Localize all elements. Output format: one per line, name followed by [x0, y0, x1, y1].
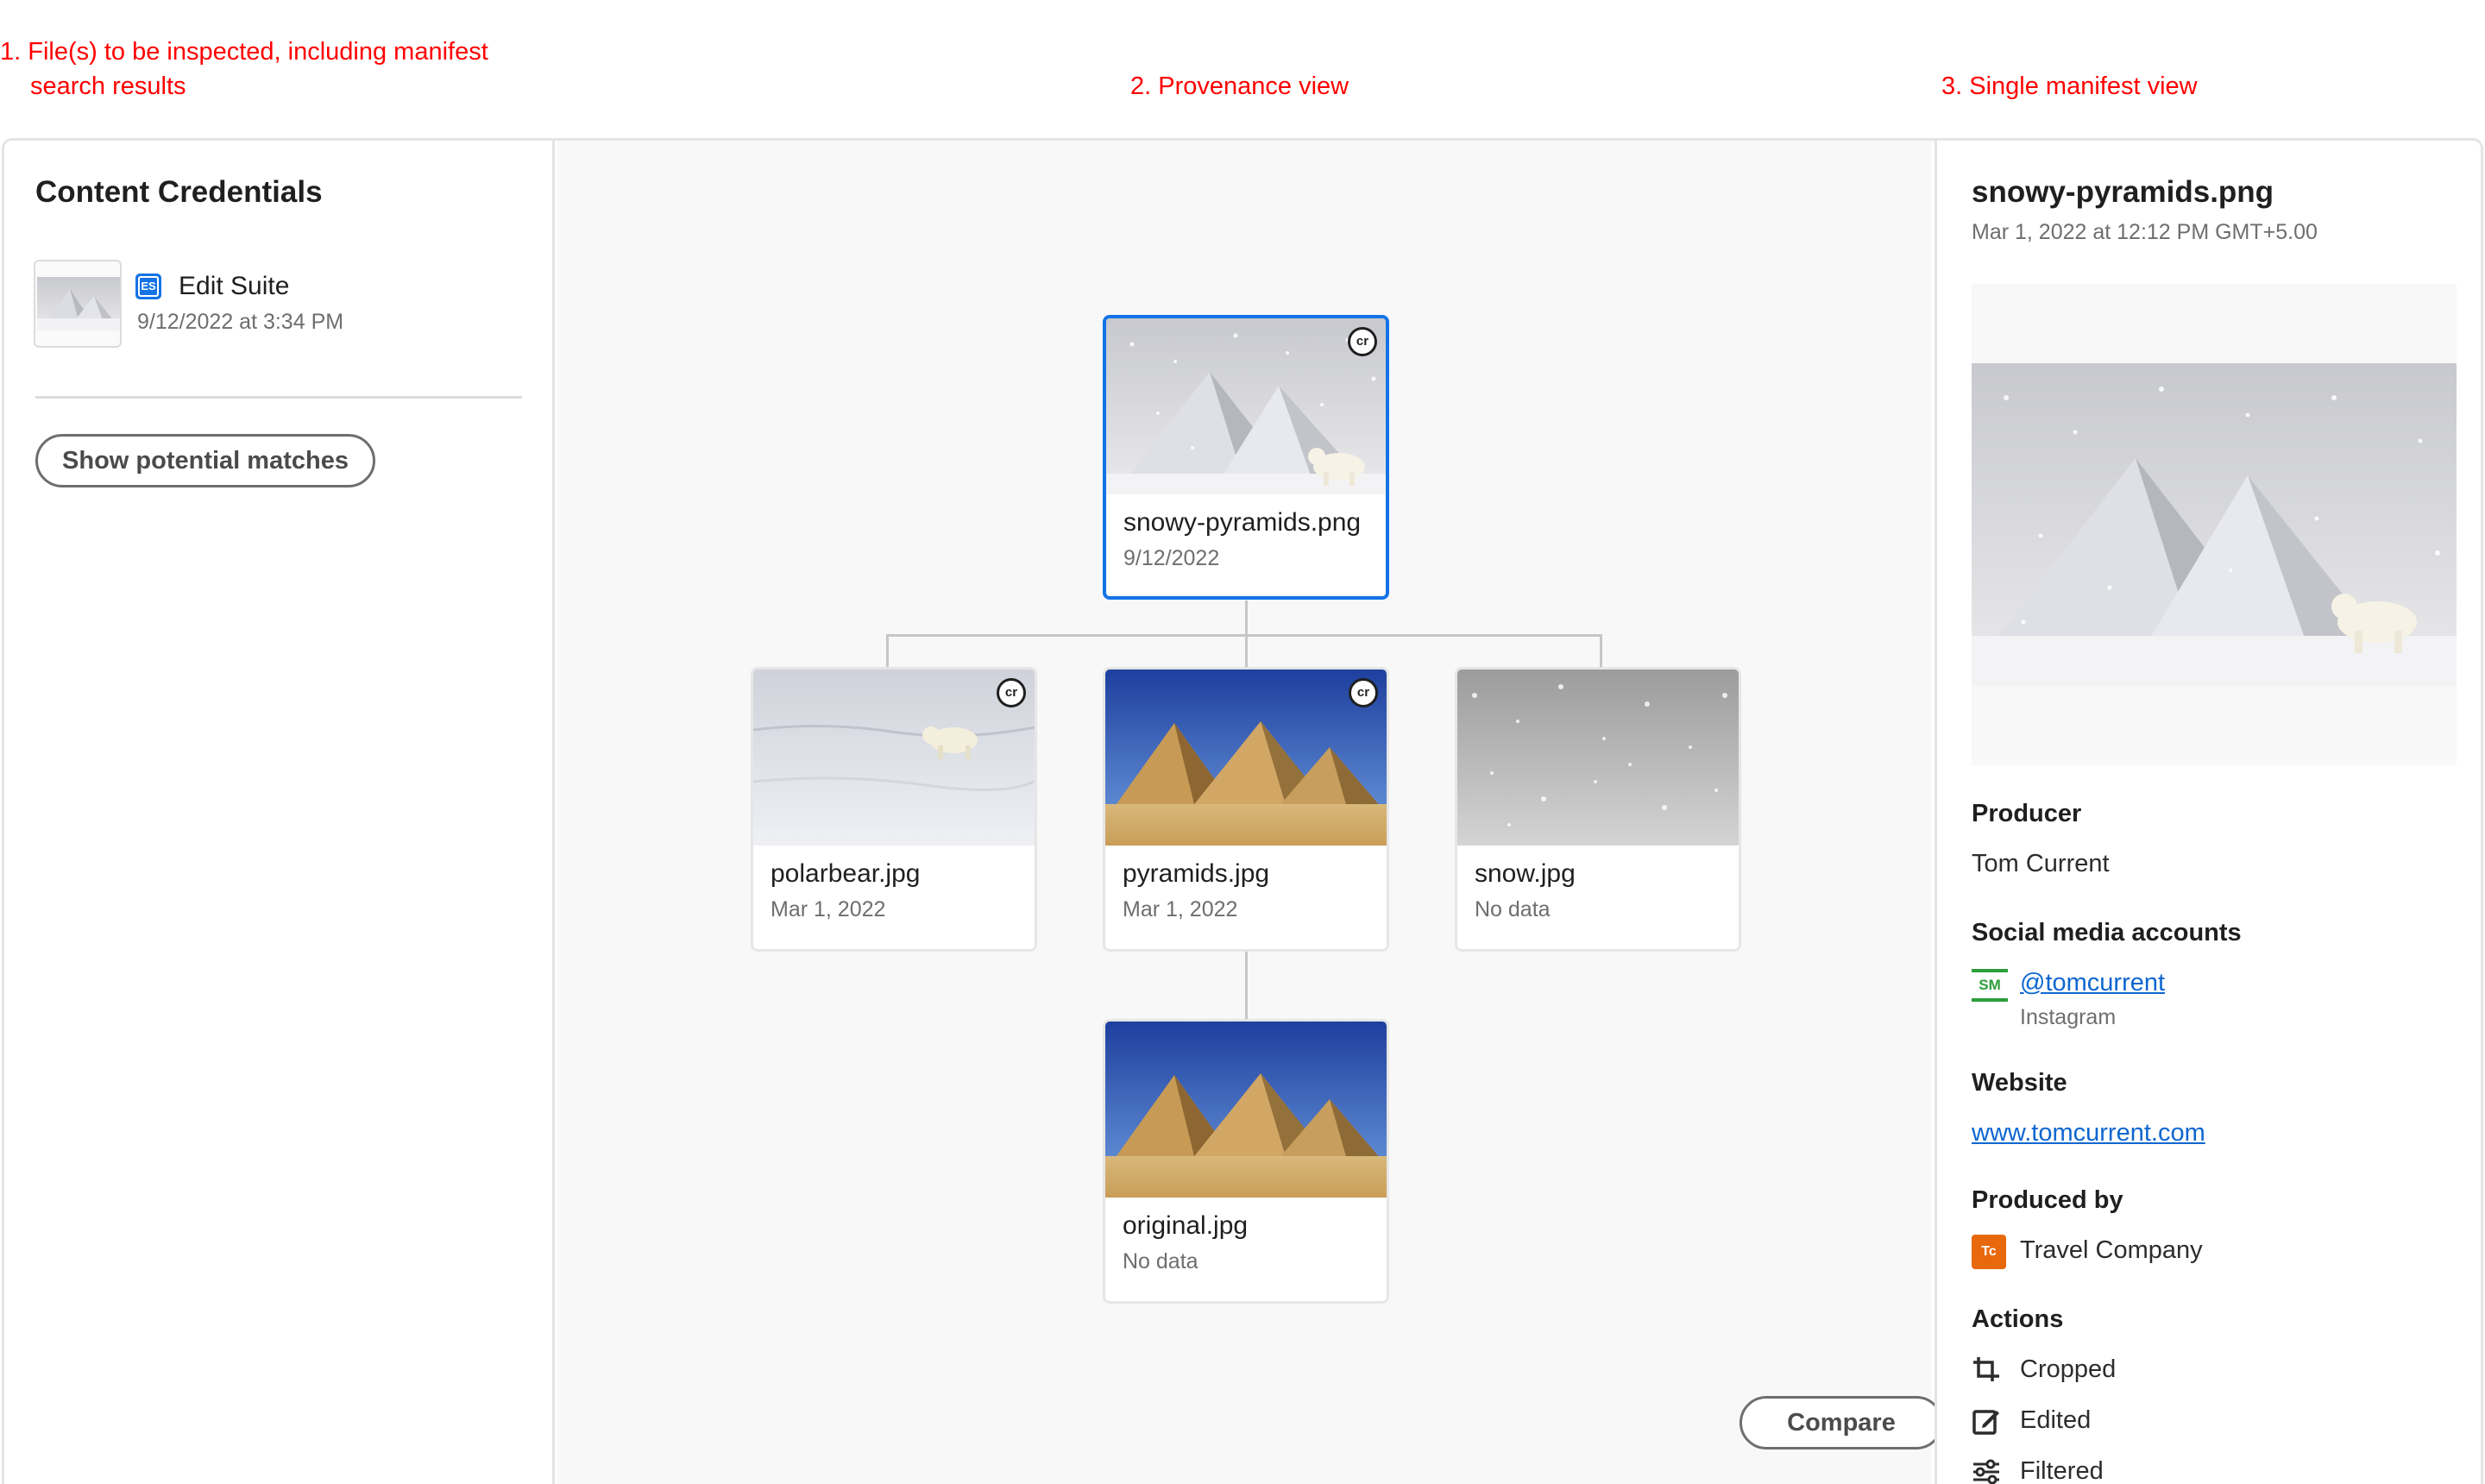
provenance-node-polarbear[interactable]: cr polarbear.jpg Mar 1, 2022	[751, 667, 1037, 952]
website-link[interactable]: www.tomcurrent.com	[1972, 1119, 2205, 1148]
tree-connector	[1600, 634, 1602, 669]
node-image	[1457, 670, 1739, 846]
provenance-view: cr snowy-pyramids.png 9/12/2022 cr polar…	[557, 141, 1943, 1484]
annotation-files-line2: search results	[30, 72, 186, 100]
provenance-node-pyramids[interactable]: cr pyramids.jpg Mar 1, 2022	[1103, 667, 1389, 952]
edit-icon	[1972, 1410, 1999, 1435]
file-date: 9/12/2022 at 3:34 PM	[137, 310, 344, 334]
annotation-files: 1. File(s) to be inspected, including ma…	[0, 35, 561, 104]
tree-connector	[1245, 634, 1248, 669]
manifest-preview	[1972, 284, 2457, 765]
divider	[35, 396, 522, 399]
snowy-pyramids-thumbnail-image	[37, 277, 120, 330]
node-image	[1105, 1022, 1387, 1198]
node-name: pyramids.jpg	[1123, 859, 1270, 888]
file-thumbnail[interactable]	[34, 260, 122, 348]
node-date: Mar 1, 2022	[1123, 897, 1238, 921]
action-item: Cropped	[2020, 1355, 2117, 1383]
node-name: snowy-pyramids.png	[1123, 508, 1362, 537]
tree-connector	[886, 634, 1602, 637]
provenance-node-original[interactable]: original.jpg No data	[1103, 1019, 1389, 1304]
social-platform: Instagram	[2020, 1005, 2117, 1029]
node-date: No data	[1123, 1249, 1198, 1273]
content-credentials-icon: cr	[997, 678, 1026, 707]
content-credentials-icon: cr	[1348, 327, 1377, 356]
produced-by-value: Travel Company	[2020, 1236, 2203, 1264]
node-name: snow.jpg	[1475, 859, 1576, 888]
manifest-preview-image	[1972, 363, 2457, 686]
social-label: Social media accounts	[1972, 919, 2242, 946]
file-app-name: Edit Suite	[179, 272, 290, 300]
manifest-panel: snowy-pyramids.png Mar 1, 2022 at 12:12 …	[1935, 141, 2481, 1484]
provenance-node-root[interactable]: cr snowy-pyramids.png 9/12/2022	[1103, 315, 1389, 600]
tree-connector	[886, 634, 889, 669]
website-label: Website	[1972, 1069, 2067, 1097]
annotation-single-manifest: 3. Single manifest view	[1941, 72, 2198, 100]
filter-icon	[1973, 1459, 1999, 1484]
edit-suite-app-icon: ES	[135, 274, 161, 299]
app-frame: Content Credentials ES Edit Suite 9/12/2…	[2, 138, 2483, 1484]
crop-icon	[1973, 1357, 1999, 1381]
social-handle-link[interactable]: @tomcurrent	[2020, 969, 2165, 997]
compare-button[interactable]: Compare	[1740, 1396, 1943, 1449]
producer-label: Producer	[1972, 800, 2082, 827]
manifest-title: snowy-pyramids.png	[1972, 175, 2274, 209]
files-panel: Content Credentials ES Edit Suite 9/12/2…	[4, 141, 555, 1484]
content-credentials-icon: cr	[1349, 678, 1378, 707]
producer-value: Tom Current	[1972, 850, 2110, 877]
annotation-provenance: 2. Provenance view	[1130, 72, 1349, 100]
node-date: No data	[1475, 897, 1551, 921]
travel-company-icon: Tc	[1972, 1235, 2006, 1269]
annotation-files-line1: 1. File(s) to be inspected, including ma…	[0, 38, 488, 66]
node-name: polarbear.jpg	[771, 859, 921, 888]
panel-title: Content Credentials	[35, 175, 323, 209]
node-image	[1105, 670, 1387, 846]
manifest-date: Mar 1, 2022 at 12:12 PM GMT+5.00	[1972, 220, 2318, 244]
actions-label: Actions	[1972, 1305, 2064, 1333]
provenance-node-snow[interactable]: snow.jpg No data	[1455, 667, 1741, 952]
action-item: Edited	[2020, 1406, 2092, 1434]
node-image	[753, 670, 1035, 846]
tree-connector	[1245, 601, 1248, 637]
produced-by-label: Produced by	[1972, 1186, 2123, 1214]
node-image	[1106, 318, 1386, 494]
node-date: 9/12/2022	[1123, 546, 1220, 570]
social-media-icon: SM	[1972, 969, 2008, 1002]
action-item: Filtered	[2020, 1457, 2104, 1484]
tree-connector	[1245, 952, 1248, 1021]
node-name: original.jpg	[1123, 1211, 1249, 1240]
show-potential-matches-button[interactable]: Show potential matches	[35, 434, 375, 487]
node-date: Mar 1, 2022	[771, 897, 886, 921]
